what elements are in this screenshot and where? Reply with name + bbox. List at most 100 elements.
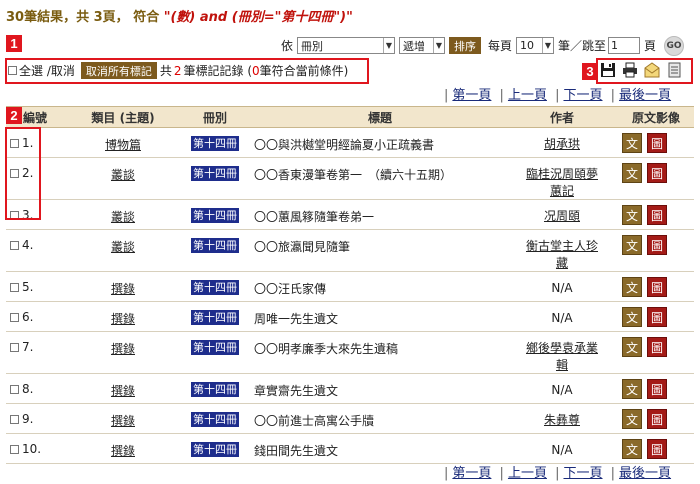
image-button[interactable]: 圖	[647, 439, 667, 459]
select-all-checkbox[interactable]	[8, 66, 17, 75]
volume-cell: 第十四冊	[181, 135, 249, 151]
category-link[interactable]: 叢談	[111, 210, 135, 224]
per-page-select[interactable]: 10 ▼	[516, 37, 555, 54]
table-row: 1. 博物篇 第十四冊 〇〇與洪樾堂明經論夏小正疏義書 胡承珙文圖	[6, 128, 694, 158]
fulltext-button[interactable]: 文	[622, 277, 642, 297]
image-button[interactable]: 圖	[647, 277, 667, 297]
row-number-cell: 7.	[10, 340, 33, 354]
row-number-cell: 6.	[10, 310, 33, 324]
image-buttons: 文圖	[622, 409, 667, 429]
result-count-text: 30筆結果，共 3頁， 符合	[6, 10, 164, 25]
fulltext-button[interactable]: 文	[622, 235, 642, 255]
row-checkbox[interactable]	[10, 414, 19, 424]
clear-marks-button[interactable]: 取消所有標記	[80, 62, 157, 79]
category-link[interactable]: 博物篇	[105, 138, 141, 152]
pager-separator: |	[555, 466, 560, 481]
image-buttons: 文圖	[622, 277, 667, 297]
image-buttons: 文圖	[622, 235, 667, 255]
image-buttons: 文圖	[622, 379, 667, 399]
row-number: 6.	[22, 310, 34, 324]
next-page-link[interactable]: 下一頁	[563, 88, 602, 103]
pager-separator: |	[444, 88, 449, 103]
author-cell: 鄉後學袁承業輯	[512, 340, 612, 374]
table-row: 9. 撰錄 第十四冊 〇〇前進士高寓公手牘 朱彝尊 文圖	[6, 404, 694, 434]
select-all-label[interactable]: 全選 /取消	[19, 62, 75, 79]
save-icon[interactable]	[600, 62, 616, 78]
image-button[interactable]: 圖	[647, 307, 667, 327]
sort-by-label: 依	[281, 39, 294, 53]
pager-separator: |	[610, 466, 616, 481]
category-link[interactable]: 撰錄	[111, 384, 135, 398]
volume-tag: 第十四冊	[191, 412, 239, 427]
author-name[interactable]: 朱彝尊	[544, 413, 580, 427]
last-page-link[interactable]: 最後一頁	[619, 466, 671, 481]
email-icon[interactable]	[644, 62, 660, 78]
prev-page-link[interactable]: 上一頁	[508, 466, 547, 481]
page-unit-label: 頁	[644, 39, 657, 53]
prev-page-link[interactable]: 上一頁	[508, 88, 547, 103]
sort-field-value: 冊別	[301, 39, 324, 53]
fulltext-button[interactable]: 文	[622, 439, 642, 459]
fulltext-button[interactable]: 文	[622, 307, 642, 327]
fulltext-button[interactable]: 文	[622, 133, 642, 153]
category-link[interactable]: 撰錄	[111, 282, 135, 296]
marked-summary-mid: 筆標記記錄 (	[183, 64, 253, 78]
volume-tag: 第十四冊	[191, 310, 239, 325]
title-cell: 錢田間先生遺文	[254, 444, 339, 458]
per-page-value: 10	[520, 39, 535, 52]
author-name[interactable]: 衡古堂主人珍	[526, 239, 598, 253]
page-input[interactable]: 1	[608, 37, 641, 54]
author-name-cont[interactable]: 輯	[556, 358, 568, 372]
row-checkbox[interactable]	[10, 240, 19, 250]
category-cell: 撰錄	[68, 280, 178, 297]
category-link[interactable]: 撰錄	[111, 312, 135, 326]
image-button[interactable]: 圖	[647, 337, 667, 357]
author-name: N/A	[551, 281, 573, 295]
sort-field-select[interactable]: 冊別 ▼	[297, 37, 396, 54]
author-cell: N/A	[512, 442, 612, 459]
image-button[interactable]: 圖	[647, 133, 667, 153]
author-name[interactable]: 臨桂況周頤夢	[526, 167, 598, 181]
fulltext-button[interactable]: 文	[622, 205, 642, 225]
category-cell: 撰錄	[68, 310, 178, 327]
row-checkbox[interactable]	[10, 282, 19, 292]
image-button[interactable]: 圖	[647, 379, 667, 399]
row-checkbox[interactable]	[10, 384, 19, 394]
author-name[interactable]: 况周頤	[544, 209, 580, 223]
fulltext-button[interactable]: 文	[622, 409, 642, 429]
fulltext-button[interactable]: 文	[622, 379, 642, 399]
fulltext-button[interactable]: 文	[622, 337, 642, 357]
category-link[interactable]: 叢談	[111, 168, 135, 182]
row-checkbox[interactable]	[10, 342, 19, 352]
row-checkbox[interactable]	[10, 444, 19, 454]
table-row: 10. 撰錄 第十四冊 錢田間先生遺文 N/A 文圖	[6, 434, 694, 464]
author-name-cont[interactable]: 藏	[556, 256, 568, 270]
image-button[interactable]: 圖	[647, 205, 667, 225]
sort-order-select[interactable]: 遞增 ▼	[399, 37, 446, 54]
author-name-cont[interactable]: 蕙記	[550, 184, 574, 198]
next-page-link[interactable]: 下一頁	[563, 466, 602, 481]
author-name[interactable]: 鄉後學袁承業	[526, 341, 598, 355]
row-checkbox[interactable]	[10, 312, 19, 322]
category-link[interactable]: 撰錄	[111, 342, 135, 356]
go-button[interactable]: GO	[664, 35, 685, 56]
marked-summary-suffix: 筆符合當前條件)	[259, 64, 349, 78]
volume-tag: 第十四冊	[191, 382, 239, 397]
image-button[interactable]: 圖	[647, 235, 667, 255]
category-link[interactable]: 撰錄	[111, 414, 135, 428]
table-header: 編號 類目 (主題) 冊別 標題 作者 原文影像	[6, 106, 694, 128]
image-button[interactable]: 圖	[647, 163, 667, 183]
fulltext-button[interactable]: 文	[622, 163, 642, 183]
category-link[interactable]: 撰錄	[111, 444, 135, 458]
last-page-link[interactable]: 最後一頁	[619, 88, 671, 103]
category-link[interactable]: 叢談	[111, 240, 135, 254]
image-button[interactable]: 圖	[647, 409, 667, 429]
chevron-down-icon: ▼	[541, 38, 551, 53]
document-icon[interactable]	[666, 62, 682, 78]
sort-button[interactable]: 排序	[449, 37, 482, 54]
print-icon[interactable]	[622, 62, 638, 78]
first-page-link[interactable]: 第一頁	[452, 88, 491, 103]
first-page-link[interactable]: 第一頁	[452, 466, 491, 481]
author-name[interactable]: 胡承珙	[544, 137, 580, 151]
volume-cell: 第十四冊	[181, 309, 249, 325]
